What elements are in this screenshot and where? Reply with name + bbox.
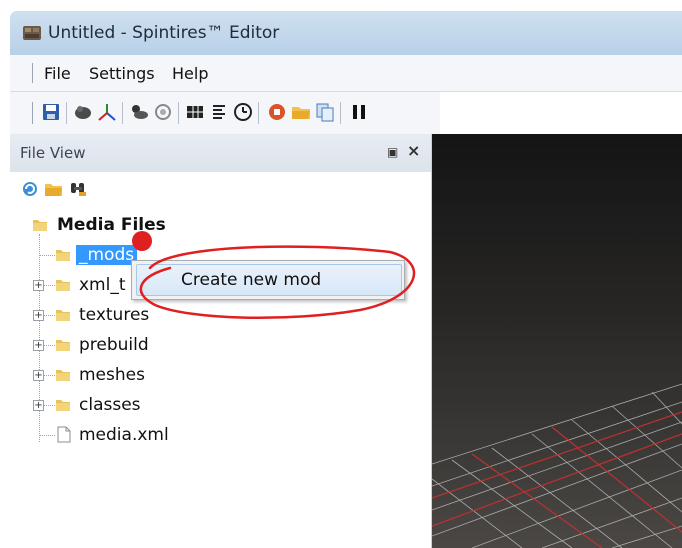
3d-viewport[interactable]	[432, 134, 682, 548]
menu-help[interactable]: Help	[172, 64, 208, 83]
folder-icon	[56, 340, 70, 351]
tree-connector	[44, 315, 55, 316]
list-icon[interactable]	[208, 101, 230, 123]
expand-toggle[interactable]: +	[33, 310, 44, 321]
expand-toggle[interactable]: +	[33, 280, 44, 291]
copy-icon[interactable]	[314, 101, 336, 123]
file-view-title: File View	[20, 144, 86, 162]
create-new-mod-label: Create new mod	[181, 270, 322, 290]
tree-item-xml-t[interactable]: xml_t	[79, 275, 126, 295]
stop-icon[interactable]	[266, 101, 288, 123]
clock-icon[interactable]	[232, 101, 254, 123]
title-bar: Untitled - Spintires™ Editor	[10, 11, 682, 55]
weather-icon[interactable]	[128, 101, 150, 123]
tree-connector	[44, 405, 55, 406]
toolbar-separator	[258, 102, 259, 124]
close-icon[interactable]: ×	[407, 141, 420, 160]
create-new-mod-menu-item[interactable]: Create new mod	[136, 264, 402, 296]
tree-item-prebuild[interactable]: prebuild	[79, 335, 149, 355]
file-view-panel: File View ▣ × Media Files _mods + xml_t …	[10, 134, 432, 548]
save-icon[interactable]	[40, 101, 62, 123]
tree-connector	[39, 435, 55, 436]
menu-bar: File Settings Help	[10, 55, 682, 92]
toolbar-grip[interactable]	[32, 102, 33, 124]
tree-item-media-xml[interactable]: media.xml	[79, 425, 169, 445]
spintires-app-icon	[23, 26, 41, 40]
window-title: Untitled - Spintires™ Editor	[48, 23, 280, 43]
tree-item-meshes[interactable]: meshes	[79, 365, 145, 385]
tree-connector	[44, 285, 55, 286]
file-tree: Media Files _mods + xml_t + textures + p…	[10, 208, 431, 548]
grid-icon[interactable]	[184, 101, 206, 123]
toolbar-separator	[122, 102, 123, 124]
toolbar-separator	[178, 102, 179, 124]
open-folder-icon[interactable]	[290, 101, 312, 123]
file-view-header: File View ▣ ×	[10, 134, 431, 172]
refresh-icon[interactable]	[20, 180, 40, 198]
tree-connector	[39, 255, 55, 256]
tree-item-textures[interactable]: textures	[79, 305, 149, 325]
toolbar-separator	[340, 102, 341, 124]
pause-icon[interactable]	[348, 101, 370, 123]
binoculars-icon[interactable]	[68, 180, 88, 198]
terrain-brush-icon[interactable]	[72, 101, 94, 123]
expand-toggle[interactable]: +	[33, 340, 44, 351]
open-folder-icon[interactable]	[44, 180, 64, 198]
menu-settings[interactable]: Settings	[89, 64, 155, 83]
tree-item-mods[interactable]: _mods	[76, 245, 138, 265]
folder-icon	[33, 220, 47, 231]
tree-connector	[44, 375, 55, 376]
tree-root-media-files[interactable]: Media Files	[57, 215, 166, 235]
pin-icon[interactable]: ▣	[387, 145, 398, 159]
axis-gizmo-icon[interactable]	[96, 101, 118, 123]
expand-toggle[interactable]: +	[33, 370, 44, 381]
tree-connector	[44, 345, 55, 346]
file-view-toolbar	[10, 172, 431, 208]
main-toolbar	[10, 92, 440, 134]
folder-icon	[56, 370, 70, 381]
folder-icon	[56, 250, 70, 261]
folder-icon	[56, 400, 70, 411]
file-icon	[57, 426, 71, 443]
menu-bar-grip[interactable]	[32, 63, 33, 83]
expand-toggle[interactable]: +	[33, 400, 44, 411]
folder-icon	[56, 280, 70, 291]
menu-file[interactable]: File	[44, 64, 71, 83]
hand-tool-icon[interactable]	[152, 101, 174, 123]
folder-icon	[56, 310, 70, 321]
editor-window: Untitled - Spintires™ Editor File Settin…	[0, 0, 682, 548]
context-menu: Create new mod	[131, 260, 405, 300]
ground-grid	[432, 383, 682, 548]
toolbar-separator	[66, 102, 67, 124]
tree-item-classes[interactable]: classes	[79, 395, 141, 415]
